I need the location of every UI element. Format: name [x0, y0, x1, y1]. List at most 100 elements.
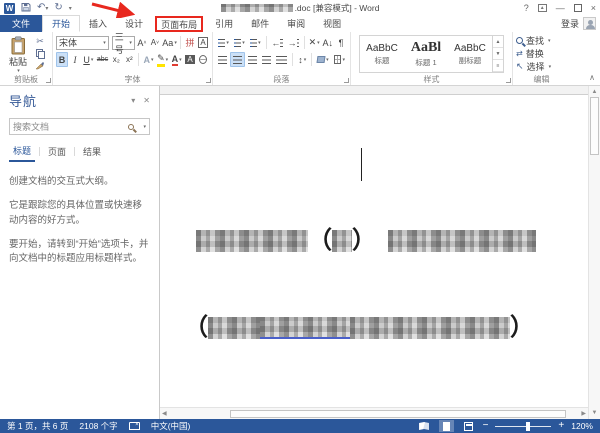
zoom-out-icon[interactable]: − [483, 421, 489, 431]
zoom-in-icon[interactable]: + [558, 421, 564, 431]
redacted-hyperlink[interactable] [260, 317, 350, 339]
multilevel-list-icon[interactable]: ▾ [248, 35, 263, 50]
bullets-icon[interactable]: ▾ [216, 35, 231, 50]
shrink-font-button[interactable]: A ˅ [149, 35, 161, 50]
nav-pane-options-icon[interactable]: ▾ [131, 96, 135, 105]
align-right-icon[interactable] [246, 52, 259, 67]
word-app-icon[interactable]: W [4, 2, 15, 14]
user-avatar[interactable] [583, 17, 596, 30]
font-family-combobox[interactable]: 宋体 ▾ [56, 35, 109, 50]
close-icon[interactable]: × [591, 3, 596, 13]
nav-tab-pages[interactable]: 页面 [44, 145, 70, 161]
find-button[interactable]: 查找 ▾ [516, 34, 551, 47]
tab-home[interactable]: 开始 [42, 15, 81, 32]
bold-button[interactable]: B [56, 52, 68, 67]
distribute-icon[interactable] [274, 52, 289, 67]
show-marks-icon[interactable]: ¶ [335, 35, 347, 50]
style-subtitle[interactable]: AaBbC 副标题 [448, 36, 492, 72]
document-canvas[interactable]: （ ） （ ） [160, 86, 588, 407]
minimize-icon[interactable]: — [556, 3, 565, 13]
word-count[interactable]: 2108 个字 [79, 420, 117, 432]
justify-icon[interactable] [260, 52, 273, 67]
subscript-button[interactable]: x₂ [110, 52, 122, 67]
tab-mailings[interactable]: 邮件 [242, 15, 278, 32]
save-icon[interactable] [21, 2, 31, 14]
print-layout-icon[interactable] [438, 420, 454, 432]
decrease-indent-icon[interactable]: ← [269, 35, 284, 50]
styles-scroll-up-icon[interactable]: ▲ [493, 36, 503, 48]
search-input[interactable] [13, 121, 129, 132]
zoom-level[interactable]: 120% [571, 421, 593, 431]
strikethrough-button[interactable]: abc [96, 52, 110, 67]
shading-icon[interactable]: ▾ [315, 52, 330, 67]
zoom-slider-thumb[interactable] [526, 421, 531, 431]
phonetic-guide-button[interactable]: 拼 [184, 35, 196, 50]
nav-tab-headings[interactable]: 标题 [9, 144, 36, 162]
tab-view[interactable]: 视图 [314, 15, 350, 32]
borders-icon[interactable]: ▾ [332, 52, 347, 67]
sign-in-link[interactable]: 登录 [561, 17, 579, 30]
font-dialog-launcher[interactable] [206, 78, 211, 83]
search-icon[interactable] [128, 123, 135, 130]
change-case-button[interactable]: Aa ▾ [162, 35, 177, 50]
undo-icon[interactable]: ↶▾ [37, 2, 48, 14]
style-heading1[interactable]: AaBl 标题 1 [404, 36, 448, 72]
highlight-color-button[interactable]: ✎ ▾ [156, 52, 170, 67]
ribbon-display-options-icon[interactable]: ▲ [537, 4, 547, 12]
select-button[interactable]: ↖ 选择 ▾ [516, 60, 551, 73]
paste-button[interactable]: 粘贴 ▾ [3, 34, 33, 74]
horizontal-scroll-thumb[interactable] [230, 410, 566, 418]
styles-scroll-down-icon[interactable]: ▼ [493, 48, 503, 60]
tab-page-layout[interactable]: 页面布局 [155, 16, 204, 32]
align-center-icon[interactable] [230, 52, 246, 67]
help-icon[interactable]: ? [524, 3, 529, 13]
copy-icon[interactable] [33, 48, 47, 59]
paragraph-dialog-launcher[interactable] [344, 78, 349, 83]
nav-search-box[interactable]: ▾ [9, 118, 150, 135]
web-layout-icon[interactable] [461, 420, 476, 432]
tab-review[interactable]: 审阅 [278, 15, 314, 32]
proofing-status-icon[interactable] [128, 422, 140, 430]
clipboard-dialog-launcher[interactable] [46, 78, 51, 83]
vertical-scroll-thumb[interactable] [590, 97, 599, 155]
character-border-button[interactable]: A [197, 35, 209, 50]
search-options-caret-icon[interactable]: ▾ [143, 124, 146, 130]
nav-pane-close-icon[interactable]: ✕ [143, 96, 150, 105]
nav-tab-results[interactable]: 结果 [79, 145, 105, 161]
italic-button[interactable]: I [69, 52, 81, 67]
style-title[interactable]: AaBbC 标题 [360, 36, 404, 72]
superscript-button[interactable]: x² [123, 52, 135, 67]
enclose-characters-button[interactable]: 一 [197, 52, 209, 67]
grow-font-button[interactable]: A ˄ [136, 35, 148, 50]
redo-icon[interactable]: ↻ [54, 3, 62, 13]
qat-customize-icon[interactable]: ▾ [69, 5, 72, 12]
scroll-down-icon[interactable]: ▼ [592, 408, 598, 418]
align-left-icon[interactable] [216, 52, 229, 67]
zoom-slider[interactable] [495, 421, 552, 431]
underline-button[interactable]: U ▾ [82, 52, 95, 67]
replace-button[interactable]: ⇄ 替换 [516, 47, 551, 60]
increase-indent-icon[interactable]: → [286, 35, 301, 50]
format-painter-icon[interactable] [33, 60, 47, 71]
language-indicator[interactable]: 中文(中国) [151, 420, 191, 432]
line-spacing-icon[interactable]: ↕ ▾ [296, 52, 308, 67]
scroll-up-icon[interactable]: ▲ [592, 87, 598, 97]
collapse-ribbon-icon[interactable]: ∧ [589, 73, 595, 82]
text-effects-button[interactable]: A ▾ [142, 52, 155, 67]
numbering-icon[interactable]: ▾ [232, 35, 247, 50]
tab-references[interactable]: 引用 [206, 15, 242, 32]
font-size-combobox[interactable]: 三号 ▾ [111, 32, 135, 55]
read-mode-icon[interactable] [417, 420, 432, 432]
styles-dialog-launcher[interactable] [506, 78, 511, 83]
vertical-scrollbar[interactable]: ▲ ▼ [588, 86, 600, 419]
asian-layout-icon[interactable]: ✕ ▾ [308, 35, 321, 50]
styles-more-icon[interactable]: ≡ [493, 60, 503, 72]
horizontal-scrollbar[interactable]: ◀ ▶ [160, 407, 588, 419]
scroll-right-icon[interactable]: ▶ [581, 409, 586, 419]
scroll-left-icon[interactable]: ◀ [162, 409, 167, 419]
cut-icon[interactable]: ✂ [33, 36, 47, 47]
font-color-button[interactable]: A ▾ [170, 52, 183, 67]
page-indicator[interactable]: 第 1 页，共 6 页 [7, 420, 68, 432]
sort-icon[interactable]: A↓ [322, 35, 334, 50]
character-shading-button[interactable]: A [184, 52, 196, 67]
